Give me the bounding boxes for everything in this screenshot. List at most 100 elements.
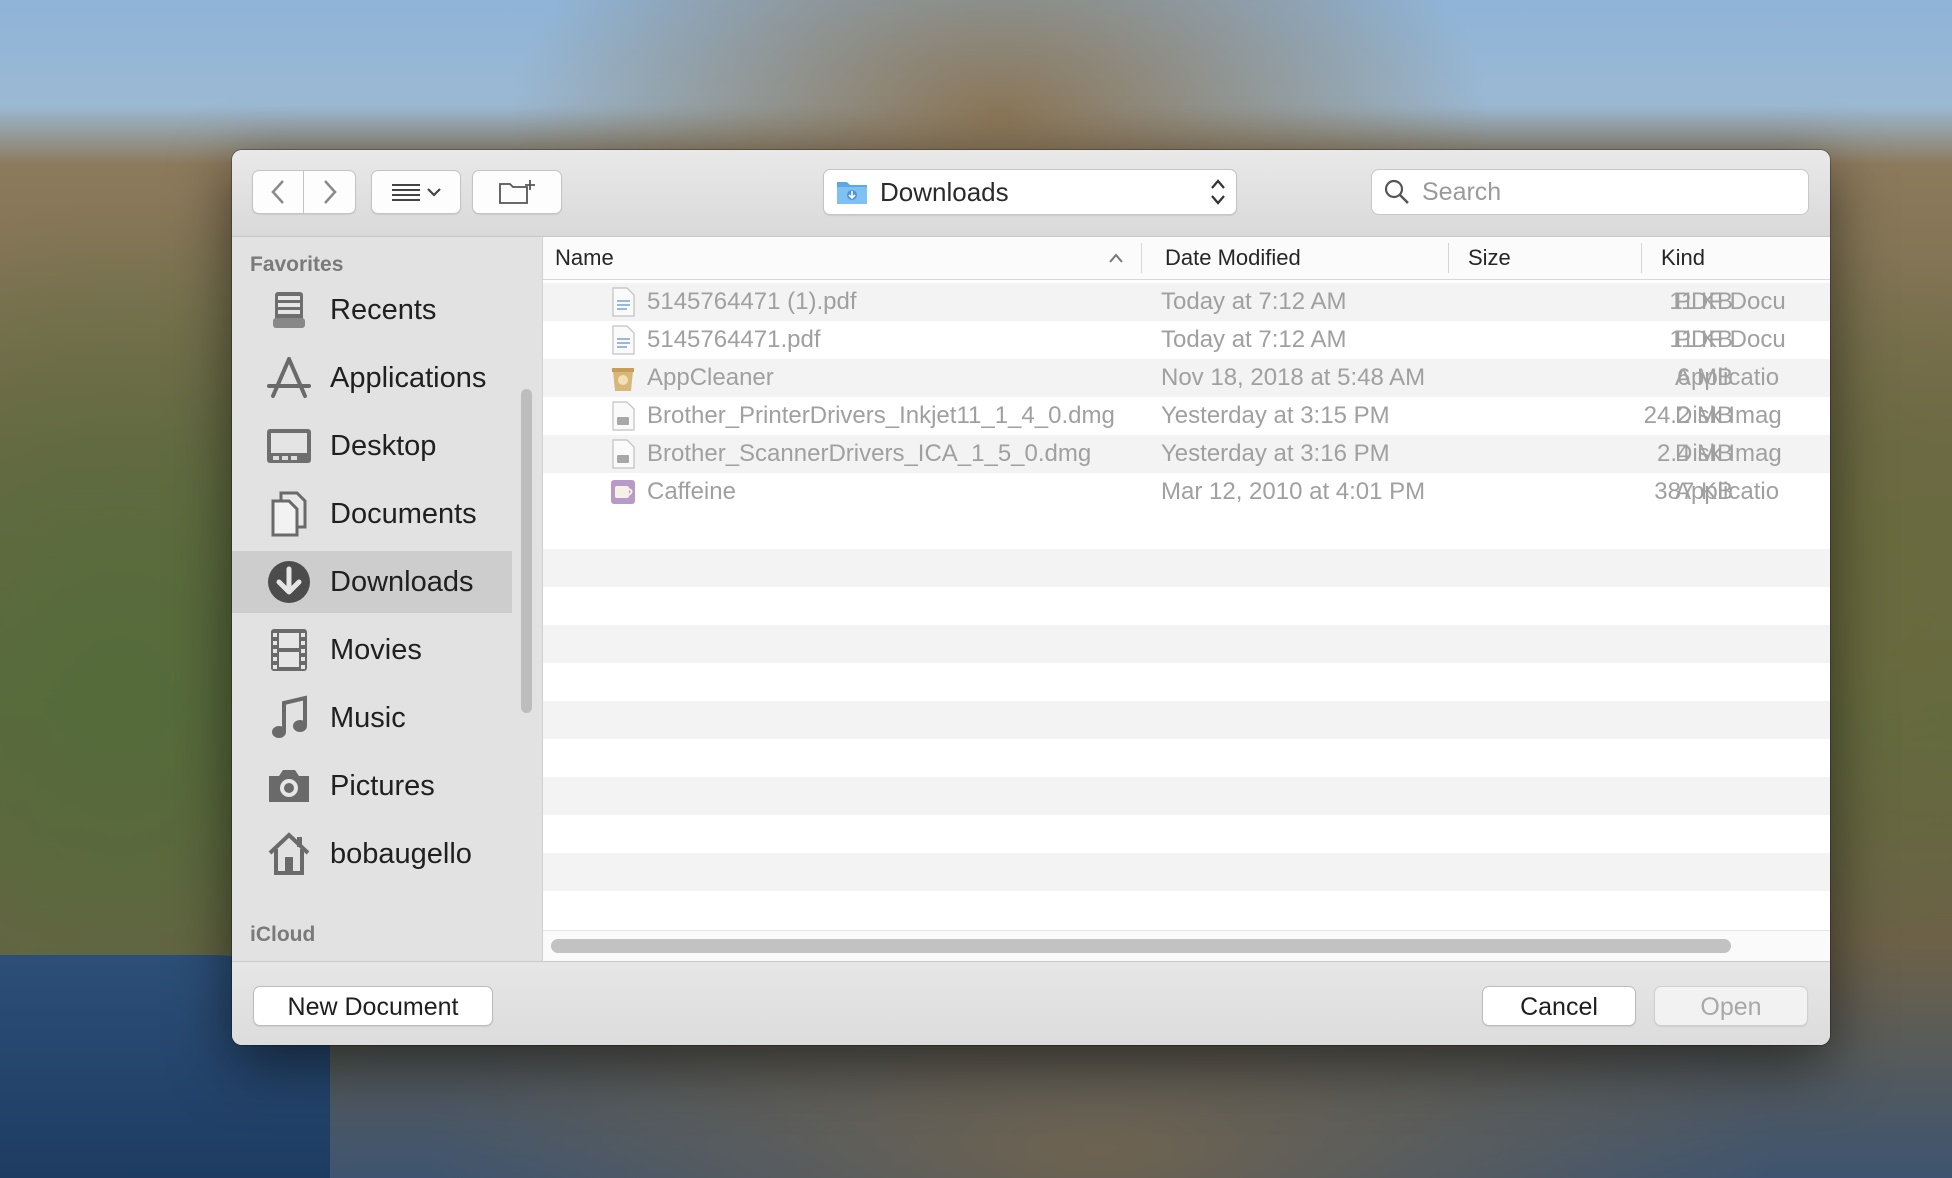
- recents-icon: [264, 285, 314, 335]
- disk-image-icon: [612, 439, 635, 469]
- file-date: Yesterday at 3:15 PM: [1161, 402, 1390, 429]
- file-date: Today at 7:12 AM: [1161, 288, 1347, 315]
- empty-row: [543, 663, 1830, 701]
- column-header-name[interactable]: Name: [543, 237, 1141, 279]
- file-name: 5145764471.pdf: [647, 326, 821, 353]
- sidebar-item-label: Desktop: [330, 429, 437, 462]
- favorites-header: Favorites: [250, 253, 344, 276]
- disk-image-icon: [612, 401, 635, 431]
- cancel-button[interactable]: Cancel: [1482, 986, 1636, 1026]
- file-date: Yesterday at 3:16 PM: [1161, 440, 1390, 467]
- sidebar-item-desktop[interactable]: Desktop: [232, 415, 512, 477]
- view-options-button[interactable]: [371, 170, 461, 214]
- chevron-down-icon: [427, 188, 441, 197]
- file-name: Brother_PrinterDrivers_Inkjet11_1_4_0.dm…: [647, 402, 1115, 429]
- empty-row: [543, 701, 1830, 739]
- file-name: 5145764471 (1).pdf: [647, 288, 857, 315]
- sort-ascending-icon: [1109, 253, 1123, 263]
- file-name: Caffeine: [647, 478, 736, 505]
- dialog-toolbar: Downloads: [232, 150, 1830, 237]
- movies-icon: [264, 625, 314, 675]
- horizontal-scrollbar-thumb[interactable]: [551, 939, 1731, 953]
- column-divider[interactable]: [1141, 243, 1142, 273]
- file-date: Nov 18, 2018 at 5:48 AM: [1161, 364, 1426, 391]
- pdf-icon: [612, 325, 635, 355]
- sidebar-item-label: Applications: [330, 361, 487, 394]
- column-header-size[interactable]: Size: [1456, 237, 1636, 279]
- location-label: Downloads: [880, 176, 1009, 207]
- file-name: Brother_ScannerDrivers_ICA_1_5_0.dmg: [647, 440, 1092, 467]
- music-icon: [264, 693, 314, 743]
- applications-icon: [264, 353, 314, 403]
- sidebar-item-music[interactable]: Music: [232, 687, 512, 749]
- sidebar-item-pictures[interactable]: Pictures: [232, 755, 512, 817]
- downloads-icon: [264, 557, 314, 607]
- file-name: AppCleaner: [647, 364, 774, 391]
- file-row[interactable]: Brother_PrinterDrivers_Inkjet11_1_4_0.dm…: [543, 397, 1830, 435]
- chevron-right-icon: [323, 180, 337, 204]
- search-icon: [1384, 179, 1409, 204]
- pictures-icon: [264, 761, 314, 811]
- empty-row: [543, 777, 1830, 815]
- location-popup[interactable]: Downloads: [823, 169, 1237, 215]
- sidebar-item-recents[interactable]: Recents: [232, 279, 512, 341]
- sidebar-item-label: Movies: [330, 633, 422, 666]
- file-kind: Disk Imag: [1675, 402, 1782, 429]
- sidebar-item-applications[interactable]: Applications: [232, 347, 512, 409]
- home-icon: [264, 829, 314, 879]
- sidebar-item-movies[interactable]: Movies: [232, 619, 512, 681]
- app-icon: [612, 368, 634, 391]
- sidebar-item-label: Recents: [330, 293, 437, 326]
- icloud-header: iCloud: [250, 923, 316, 946]
- sidebar-item-label: bobaugello: [330, 837, 472, 870]
- sidebar-item-label: Music: [330, 701, 406, 734]
- empty-row: [543, 739, 1830, 777]
- empty-row: [543, 853, 1830, 891]
- file-date: Mar 12, 2010 at 4:01 PM: [1161, 478, 1426, 505]
- file-kind: Applicatio: [1675, 478, 1780, 505]
- sidebar-item-downloads[interactable]: Downloads: [232, 551, 512, 613]
- column-divider[interactable]: [1448, 243, 1449, 273]
- file-kind: Disk Imag: [1675, 440, 1782, 467]
- empty-row: [543, 587, 1830, 625]
- file-kind: PDF Docu: [1675, 326, 1786, 353]
- file-row[interactable]: AppCleaner Nov 18, 2018 at 5:48 AM 6 MB …: [543, 359, 1830, 397]
- file-row[interactable]: Brother_ScannerDrivers_ICA_1_5_0.dmg Yes…: [543, 435, 1830, 473]
- file-row[interactable]: 5145764471 (1).pdf Today at 7:12 AM 11 K…: [543, 283, 1830, 321]
- open-button[interactable]: Open: [1654, 986, 1808, 1026]
- file-row[interactable]: Caffeine Mar 12, 2010 at 4:01 PM 387 KB …: [543, 473, 1830, 511]
- list-view-icon: [392, 184, 441, 201]
- documents-icon: [264, 489, 314, 539]
- empty-row: [543, 891, 1830, 929]
- chevron-left-icon: [271, 180, 284, 204]
- new-document-button[interactable]: New Document: [253, 986, 493, 1026]
- column-header-date[interactable]: Date Modified: [1153, 237, 1443, 279]
- file-row[interactable]: 5145764471.pdf Today at 7:12 AM 11 KB PD…: [543, 321, 1830, 359]
- empty-row: [543, 815, 1830, 853]
- empty-row: [543, 549, 1830, 587]
- sidebar-item-label: Downloads: [330, 565, 474, 598]
- sidebar-item-documents[interactable]: Documents: [232, 483, 512, 545]
- app-icon: [611, 480, 635, 504]
- empty-row: [543, 511, 1830, 549]
- column-divider[interactable]: [1641, 243, 1642, 273]
- column-header-kind[interactable]: Kind: [1649, 237, 1829, 279]
- pdf-icon: [612, 287, 635, 317]
- sidebar-item-label: Pictures: [330, 769, 435, 802]
- search-field[interactable]: [1371, 169, 1809, 215]
- search-input[interactable]: [1420, 176, 1784, 208]
- file-date: Today at 7:12 AM: [1161, 326, 1347, 353]
- file-list: Name Date Modified Size Kind 5145764471 …: [543, 237, 1830, 961]
- file-kind: Applicatio: [1675, 364, 1780, 391]
- column-header: Name Date Modified Size Kind: [543, 237, 1830, 280]
- forward-button[interactable]: [304, 170, 356, 214]
- horizontal-scrollbar[interactable]: [543, 930, 1830, 961]
- downloads-folder-icon: [837, 182, 867, 204]
- back-button[interactable]: [252, 170, 304, 214]
- new-folder-button[interactable]: [472, 170, 562, 214]
- file-kind: PDF Docu: [1675, 288, 1786, 315]
- sidebar-item-home[interactable]: bobaugello: [232, 823, 512, 885]
- dialog-button-bar: New Document Cancel Open: [232, 961, 1830, 1045]
- sidebar-scrollbar[interactable]: [521, 389, 532, 713]
- open-file-dialog: Downloads Favorites Recents: [232, 150, 1830, 1045]
